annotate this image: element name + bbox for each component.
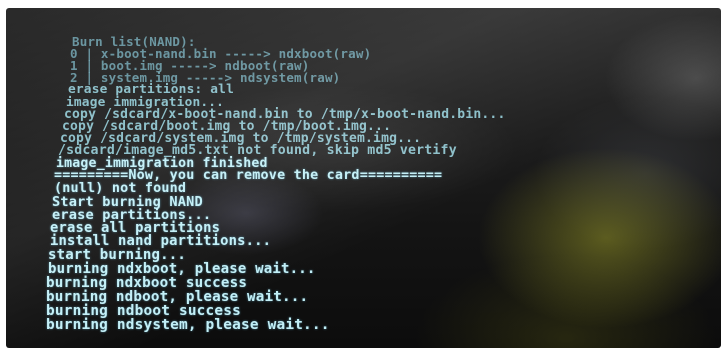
console-line: burning ndsystem, please wait... (46, 317, 330, 333)
console-log: Burn list(NAND): 0 | x-boot-nand.bin ---… (6, 8, 721, 348)
device-screen: Burn list(NAND): 0 | x-boot-nand.bin ---… (6, 8, 721, 348)
